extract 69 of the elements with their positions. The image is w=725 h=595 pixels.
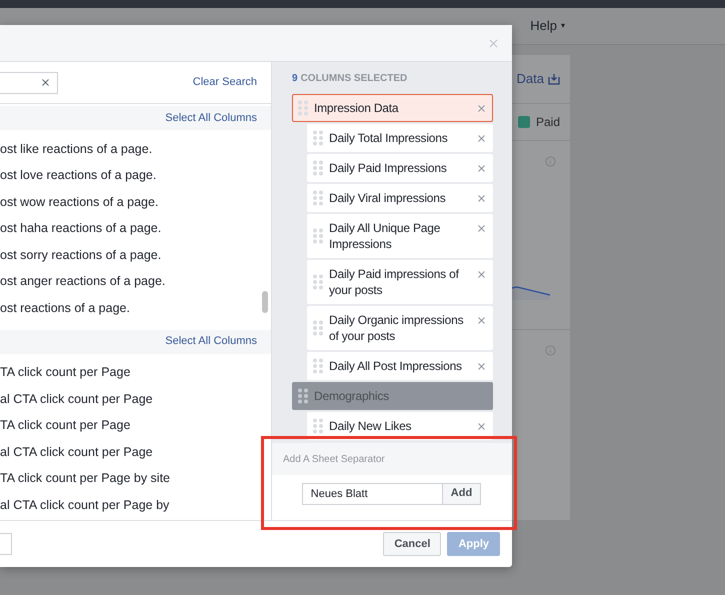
remove-icon[interactable]	[476, 315, 487, 326]
drag-handle-icon[interactable]	[313, 358, 323, 374]
selected-column[interactable]: Daily All Post Impressions	[307, 352, 493, 380]
remove-icon[interactable]	[476, 421, 487, 432]
column-option[interactable]: al CTA click count per Page	[0, 390, 153, 409]
export-link[interactable]: Data	[516, 69, 544, 89]
column-label: Daily All Post Impressions	[329, 358, 463, 374]
remove-icon[interactable]	[476, 269, 487, 280]
legend-label: Paid	[536, 114, 560, 131]
drag-handle-icon[interactable]	[313, 190, 323, 206]
info-icon[interactable]	[545, 345, 556, 356]
drag-handle-icon[interactable]	[313, 320, 323, 336]
selected-column[interactable]: Daily Paid impressions of your posts	[307, 260, 493, 304]
column-label: Daily All Unique Page Impressions	[329, 220, 442, 252]
column-group[interactable]: Impression Data	[292, 94, 493, 122]
help-menu[interactable]: Help ▾	[530, 16, 565, 36]
column-label: Daily Total Impressions	[329, 130, 449, 146]
selected-heading: COLUMNS SELECTED	[300, 72, 408, 86]
column-label: Daily Organic impressions of your posts	[329, 312, 464, 344]
drag-handle-icon[interactable]	[313, 130, 323, 146]
add-button[interactable]: Add	[442, 482, 482, 504]
column-option[interactable]: ost like reactions of a page.	[0, 140, 152, 159]
drag-handle-icon[interactable]	[298, 388, 308, 404]
column-option[interactable]: ost reactions of a page.	[0, 298, 130, 318]
drag-handle-icon[interactable]	[313, 228, 323, 244]
close-icon[interactable]	[487, 36, 500, 50]
drag-handle-icon[interactable]	[313, 274, 323, 290]
separator-name-field[interactable]: Neues Blatt	[302, 482, 443, 504]
column-option[interactable]: ost anger reactions of a page.	[0, 272, 166, 292]
remove-icon[interactable]	[476, 103, 487, 114]
column-option[interactable]: al CTA click count per Page by	[0, 496, 170, 515]
info-icon[interactable]	[545, 156, 556, 167]
drag-handle-icon[interactable]	[313, 418, 323, 434]
footer-field[interactable]	[0, 533, 12, 555]
column-label: Daily New Likes	[329, 418, 412, 434]
remove-icon[interactable]	[476, 163, 487, 174]
remove-icon[interactable]	[476, 133, 487, 144]
selected-count: 9	[292, 72, 298, 86]
selected-column[interactable]: Daily All Unique Page Impressions	[307, 214, 493, 258]
selected-column[interactable]: Daily Paid Impressions	[307, 154, 493, 182]
search-field[interactable]	[0, 72, 58, 94]
column-label: Daily Paid impressions of your posts	[329, 266, 460, 298]
column-option[interactable]: ost love reactions of a page.	[0, 166, 156, 186]
selected-column[interactable]: Daily Viral impressions	[307, 184, 493, 212]
remove-icon[interactable]	[476, 223, 487, 234]
column-option[interactable]: ost haha reactions of a page.	[0, 219, 162, 238]
remove-icon[interactable]	[476, 361, 487, 372]
column-option[interactable]: ost sorry reactions of a page.	[0, 246, 162, 265]
clear-search-link[interactable]: Clear Search	[192, 74, 257, 91]
line-chart-drawing	[512, 284, 552, 300]
drag-handle-icon[interactable]	[313, 160, 323, 176]
column-option[interactable]: TA click count per Page by site	[0, 469, 170, 488]
remove-icon[interactable]	[476, 193, 487, 204]
column-option[interactable]: ost wow reactions of a page.	[0, 192, 158, 212]
drag-handle-icon[interactable]	[298, 100, 308, 116]
selected-column[interactable]: Daily Total Impressions	[307, 124, 493, 152]
cancel-button[interactable]: Cancel	[383, 532, 442, 556]
selected-column[interactable]: Daily Organic impressions of your posts	[307, 306, 493, 350]
group-label: Impression Data	[314, 100, 400, 116]
column-label: Daily Viral impressions	[329, 190, 447, 206]
separator-heading: Add A Sheet Separator	[271, 443, 512, 475]
column-option[interactable]: TA click count per Page	[0, 363, 130, 382]
column-option[interactable]: TA click count per Page	[0, 416, 130, 436]
clear-icon[interactable]	[40, 77, 51, 88]
column-option[interactable]: al CTA click count per Page	[0, 442, 153, 462]
download-icon[interactable]	[548, 73, 560, 85]
group-label: Demographics	[314, 388, 390, 404]
column-label: Daily Paid Impressions	[329, 160, 448, 176]
scrollbar[interactable]	[262, 291, 268, 313]
